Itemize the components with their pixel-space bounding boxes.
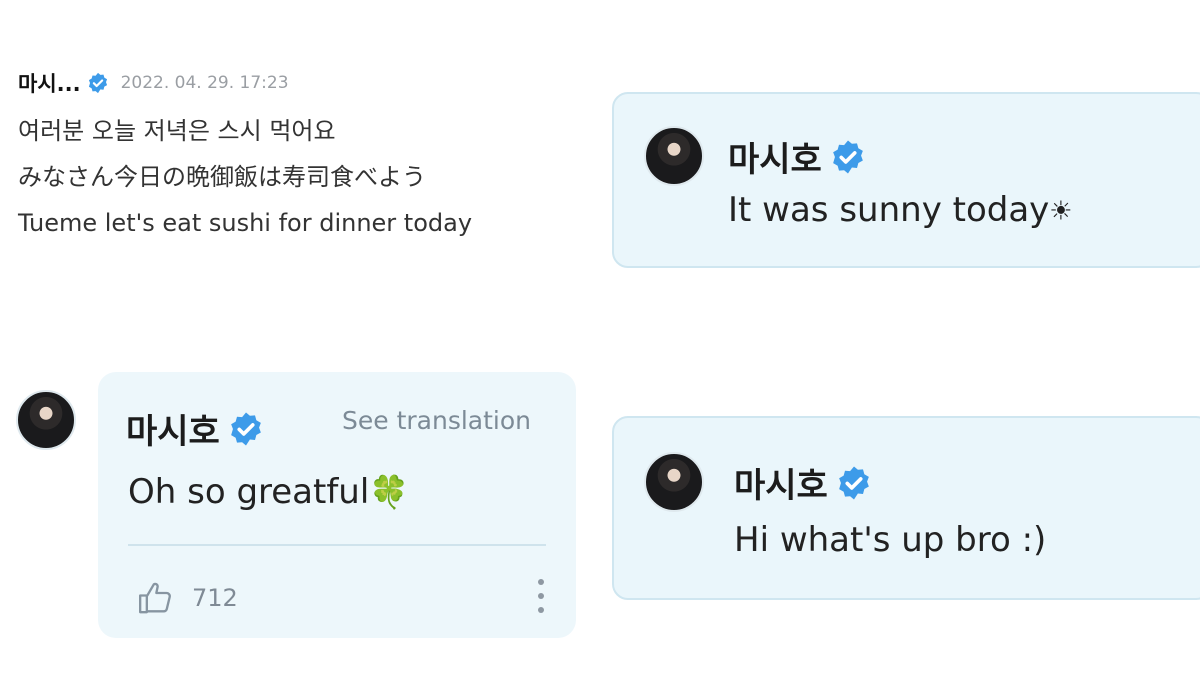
verified-badge-icon <box>88 72 107 94</box>
verified-badge-icon <box>838 466 869 499</box>
clover-emoji: 🍀 <box>369 473 410 511</box>
post-line-japanese: みなさん今日の晩御飯は寿司食べよう <box>18 163 426 191</box>
card-message-text: It was sunny today <box>728 190 1050 230</box>
card-message: It was sunny today☀ <box>728 190 1073 230</box>
post-timestamp: 2022. 04. 29. 17:23 <box>120 73 289 93</box>
more-options-icon[interactable] <box>534 576 548 616</box>
like-count: 712 <box>192 584 238 612</box>
comment-author-name[interactable]: 마시호 <box>126 404 220 453</box>
card-header: 마시호 <box>728 132 866 181</box>
card-message-text: Hi what's up bro :) <box>734 520 1047 560</box>
comment-divider <box>128 544 546 546</box>
message-card-hi: 마시호 Hi what's up bro :) <box>612 416 1200 600</box>
see-translation-link[interactable]: See translation <box>342 406 531 435</box>
comment-message: Oh so greatful🍀 <box>128 472 409 512</box>
comment-header: 마시호 <box>126 404 264 453</box>
post-line-korean: 여러분 오늘 저녁은 스시 먹어요 <box>18 117 336 145</box>
thumbs-up-icon[interactable] <box>136 578 176 618</box>
post-line-english: Tueme let's eat sushi for dinner today <box>18 209 473 237</box>
card-header: 마시호 <box>734 458 872 507</box>
avatar[interactable] <box>644 452 704 512</box>
card-author-name[interactable]: 마시호 <box>728 132 822 181</box>
post-author-name[interactable]: 마시... <box>18 68 81 98</box>
comment-message-text: Oh so greatful <box>128 472 370 512</box>
verified-badge-icon <box>832 140 863 173</box>
card-author-name[interactable]: 마시호 <box>734 458 828 507</box>
comment-avatar[interactable] <box>16 390 76 450</box>
message-card-sunny: 마시호 It was sunny today☀ <box>612 92 1200 268</box>
like-row: 712 <box>136 578 238 618</box>
avatar[interactable] <box>644 126 704 186</box>
post-body: 여러분 오늘 저녁은 스시 먹어요 みなさん今日の晩御飯は寿司食べよう Tuem… <box>18 108 598 246</box>
comment-card: 마시호 See translation Oh so greatful🍀 712 <box>98 372 576 638</box>
post-top-left: 마시... 2022. 04. 29. 17:23 여러분 오늘 저녁은 스시 … <box>18 66 598 246</box>
sun-emoji: ☀ <box>1049 196 1073 227</box>
verified-badge-icon <box>230 412 261 445</box>
post-header: 마시... 2022. 04. 29. 17:23 <box>18 66 598 100</box>
